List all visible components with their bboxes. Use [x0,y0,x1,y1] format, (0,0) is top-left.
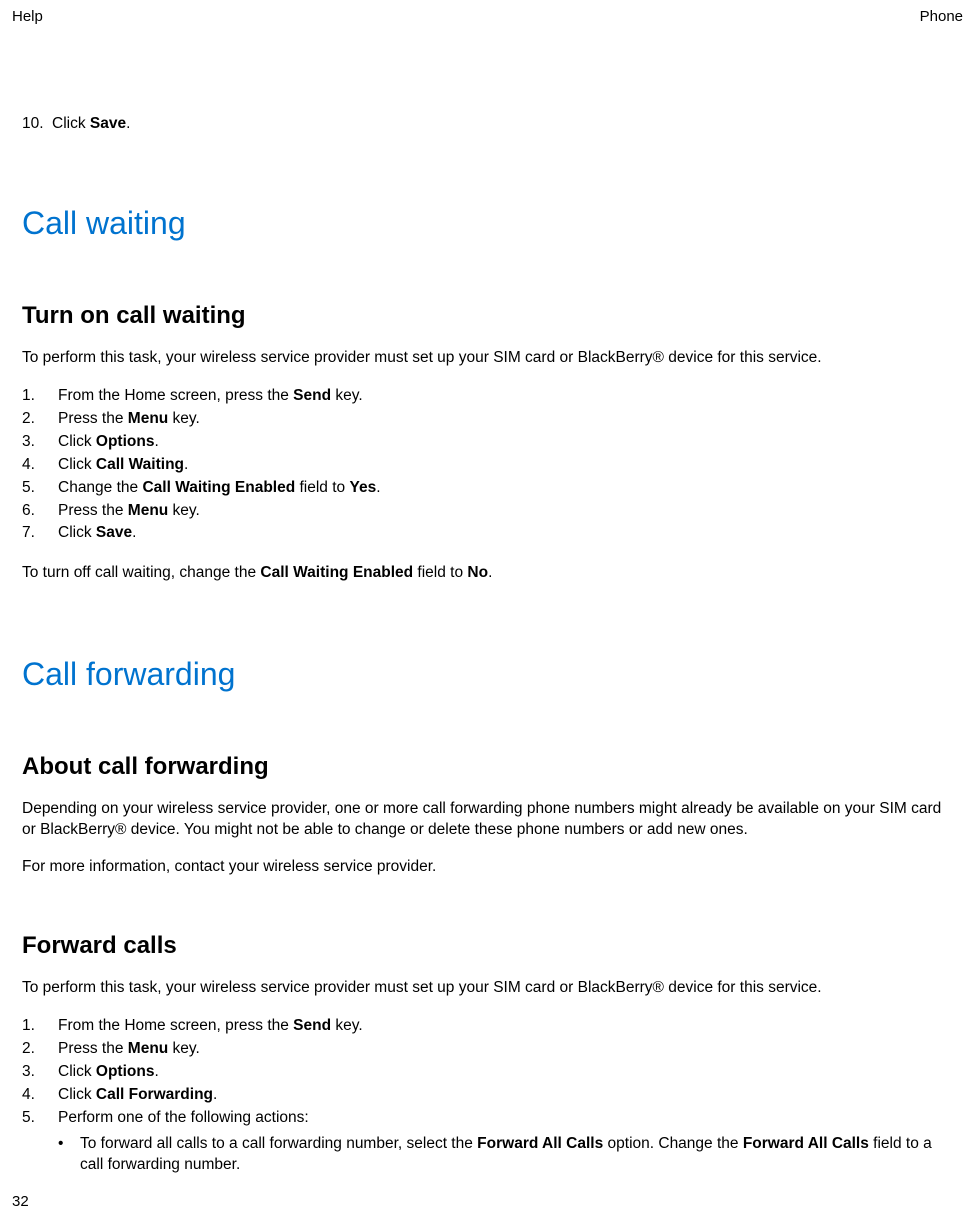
page-number: 32 [12,1193,29,1210]
about-call-forwarding-p2: For more information, contact your wirel… [22,857,953,878]
step-number: 1. [22,386,58,407]
heading-forward-calls: Forward calls [22,932,953,960]
heading-call-waiting: Call waiting [22,205,953,242]
heading-call-forwarding: Call forwarding [22,656,953,693]
list-item: 4.Click Call Forwarding. [22,1084,953,1107]
step-10-text: Click Save. [52,115,953,133]
step-number: 4. [22,1085,58,1106]
call-waiting-outro: To turn off call waiting, change the Cal… [22,563,953,584]
step-text: Click Options. [58,432,953,453]
step-text: From the Home screen, press the Send key… [58,386,953,407]
step-number: 1. [22,1016,58,1037]
bullet-text: To forward all calls to a call forwardin… [80,1134,953,1176]
list-item: 2.Press the Menu key. [22,408,953,431]
page-header: Help Phone [0,0,975,25]
step-text: Change the Call Waiting Enabled field to… [58,478,953,499]
step-text: From the Home screen, press the Send key… [58,1016,953,1037]
heading-about-call-forwarding: About call forwarding [22,753,953,781]
call-waiting-intro: To perform this task, your wireless serv… [22,348,953,369]
step-10-row: 10. Click Save. [22,115,953,133]
list-item: 2.Press the Menu key. [22,1038,953,1061]
page-content: 10. Click Save. Call waiting Turn on cal… [0,115,975,1175]
step-10-number: 10. [22,115,52,133]
header-left: Help [12,8,43,25]
step-text: Press the Menu key. [58,409,953,430]
heading-turn-on-call-waiting: Turn on call waiting [22,302,953,330]
step-number: 6. [22,501,58,522]
list-item: 1.From the Home screen, press the Send k… [22,1015,953,1038]
header-right: Phone [920,8,963,25]
step-number: 5. [22,1108,58,1129]
step-number: 2. [22,409,58,430]
list-item: 7.Click Save. [22,522,953,545]
step-text: Click Save. [58,523,953,544]
list-item: 6.Press the Menu key. [22,500,953,523]
forward-calls-steps: 1.From the Home screen, press the Send k… [22,1015,953,1130]
list-item: 3.Click Options. [22,431,953,454]
list-item: 3.Click Options. [22,1061,953,1084]
list-item: 4.Click Call Waiting. [22,454,953,477]
step-number: 4. [22,455,58,476]
call-waiting-steps: 1.From the Home screen, press the Send k… [22,385,953,545]
step-number: 7. [22,523,58,544]
forward-calls-intro: To perform this task, your wireless serv… [22,978,953,999]
bullet-dot: • [58,1134,80,1176]
step-10-bold: Save [90,115,126,132]
list-item: 5.Perform one of the following actions: [22,1107,953,1130]
step-10-post: . [126,115,130,132]
step-text: Press the Menu key. [58,501,953,522]
step-number: 5. [22,478,58,499]
about-call-forwarding-p1: Depending on your wireless service provi… [22,799,953,841]
forward-calls-sub-bullet: • To forward all calls to a call forward… [58,1134,953,1176]
step-text: Click Options. [58,1062,953,1083]
step-number: 3. [22,432,58,453]
step-10-pre: Click [52,115,90,132]
step-number: 2. [22,1039,58,1060]
step-text: Press the Menu key. [58,1039,953,1060]
step-text: Perform one of the following actions: [58,1108,953,1129]
list-item: 5.Change the Call Waiting Enabled field … [22,477,953,500]
step-text: Click Call Waiting. [58,455,953,476]
step-text: Click Call Forwarding. [58,1085,953,1106]
list-item: 1.From the Home screen, press the Send k… [22,385,953,408]
step-number: 3. [22,1062,58,1083]
